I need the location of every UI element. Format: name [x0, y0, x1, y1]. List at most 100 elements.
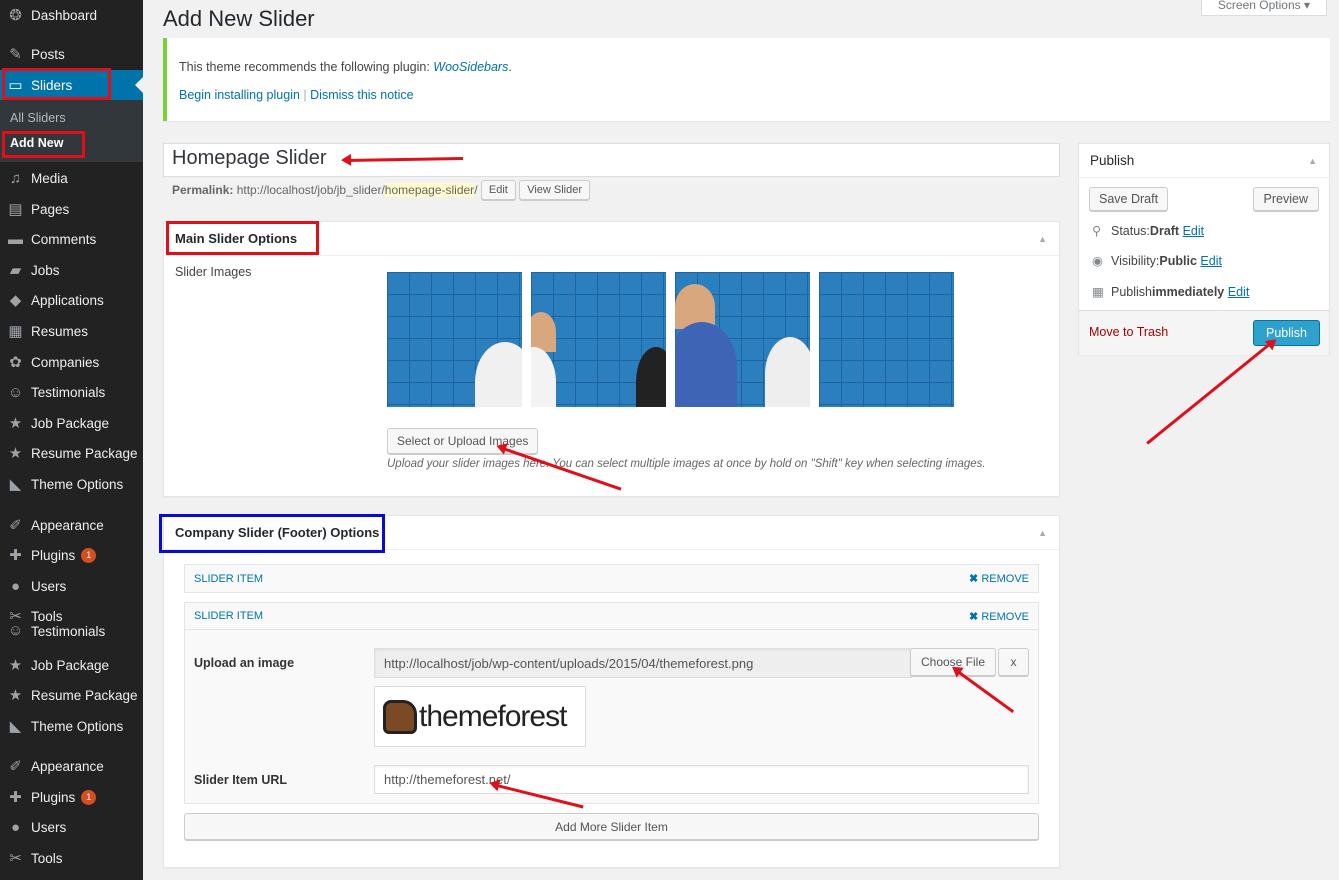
eye-icon: ◉ — [1092, 254, 1103, 268]
post-title-input[interactable]: Homepage Slider — [163, 143, 1060, 177]
sidebar-item-label: Dashboard — [31, 7, 98, 23]
sidebar-item-label: Resume Package — [31, 687, 138, 703]
remove-item-label: REMOVE — [981, 573, 1029, 585]
schedule-edit-link[interactable]: Edit — [1228, 285, 1250, 299]
sidebar-item-label: Comments — [31, 231, 97, 247]
sidebar-item-appearance[interactable]: ✐ Appearance — [0, 510, 143, 540]
sidebar-item-posts[interactable]: ✎ Posts — [0, 39, 143, 69]
visibility-value: Public — [1159, 253, 1197, 268]
permalink-edit-button[interactable]: Edit — [480, 180, 516, 200]
view-slider-button[interactable]: View Slider — [519, 180, 591, 200]
sidebar-item-label: Appearance — [31, 517, 104, 533]
user-icon: ● — [10, 818, 21, 836]
visibility-label: Visibility: — [1111, 253, 1160, 268]
sidebar-item-resume-package[interactable]: ★ Resume Package — [0, 438, 143, 468]
publish-button[interactable]: Publish — [1253, 320, 1320, 346]
preview-button[interactable]: Preview — [1252, 187, 1319, 211]
sidebar-item-media[interactable]: ♫ Media — [0, 163, 143, 193]
sidebar-item-testimonials[interactable]: ☺ Testimonials — [0, 377, 143, 407]
sidebar-item-job-package[interactable]: ★ Job Package — [0, 408, 143, 438]
sidebar-item-plugins[interactable]: ✚ Plugins 1 — [0, 540, 143, 570]
screen-options-label: Screen Options — [1217, 0, 1301, 12]
remove-item-button[interactable]: ✖ REMOVE — [969, 572, 1029, 585]
upload-image-label: Upload an image — [194, 656, 295, 670]
move-to-trash-link[interactable]: Move to Trash — [1089, 325, 1168, 339]
sidebar-item-job-package[interactable]: ★ Job Package — [0, 650, 143, 680]
save-draft-button[interactable]: Save Draft — [1089, 187, 1169, 211]
sidebar-item-label: Users — [31, 819, 67, 835]
sidebar-item-jobs[interactable]: ▰ Jobs — [0, 255, 143, 285]
sidebar-item-appearance[interactable]: ✐ Appearance — [0, 751, 143, 781]
collapse-arrow-icon[interactable]: ▲ — [1308, 156, 1317, 166]
star-icon: ★ — [8, 687, 23, 704]
sidebar-item-theme-options[interactable]: ◣ Theme Options — [0, 469, 143, 499]
status-edit-link[interactable]: Edit — [1183, 224, 1205, 238]
star-icon: ★ — [8, 415, 23, 432]
sidebar-item-plugins[interactable]: ✚ Plugins 1 — [0, 782, 143, 812]
remove-item-button[interactable]: ✖ REMOVE — [969, 610, 1029, 623]
slider-item-label[interactable]: SLIDER ITEM — [194, 610, 263, 622]
plugin-icon: ✚ — [9, 789, 22, 806]
visibility-edit-link[interactable]: Edit — [1200, 254, 1222, 268]
status-label: Status: — [1111, 223, 1150, 238]
sidebar-item-theme-options[interactable]: ◣ Theme Options — [0, 711, 143, 741]
permalink-label: Permalink: — [172, 183, 234, 197]
id-card-icon: ▦ — [8, 323, 23, 340]
sidebar-item-label: Applications — [31, 292, 104, 308]
collapse-arrow-icon[interactable]: ▲ — [1038, 234, 1047, 244]
slider-item-label[interactable]: SLIDER ITEM — [194, 573, 263, 585]
slider-image-thumbnail[interactable] — [819, 272, 954, 407]
screen-options-button[interactable]: Screen Options ▾ — [1200, 0, 1327, 16]
sidebar-item-label: Testimonials — [31, 624, 106, 639]
collapse-arrow-icon[interactable]: ▲ — [1038, 528, 1047, 538]
chart-icon: ◣ — [9, 718, 22, 735]
sidebar-item-users[interactable]: ● Users — [0, 571, 143, 601]
visibility-row: ◉ Visibility: Public Edit — [1092, 253, 1222, 269]
sidebar-item-comments[interactable]: ▬ Comments — [0, 224, 143, 254]
sidebar-item-label: Theme Options — [31, 476, 124, 492]
wrench-icon: ✂ — [9, 850, 22, 867]
dashboard-icon: ❂ — [9, 7, 22, 24]
chart-icon: ◣ — [9, 476, 22, 493]
permalink-slug: homepage-slider — [384, 183, 475, 197]
pin-icon: ⚲ — [1092, 224, 1102, 238]
sidebar-item-testimonials[interactable]: ☺ Testimonials — [0, 623, 143, 639]
themeforest-logo-preview: themeforest — [374, 686, 586, 747]
sidebar-item-companies[interactable]: ✿ Companies — [0, 347, 143, 377]
publish-label: Publish — [1111, 284, 1152, 299]
media-icon: ♫ — [9, 169, 22, 187]
clear-image-button[interactable]: x — [998, 648, 1029, 676]
sidebar-item-applications[interactable]: ◆ Applications — [0, 285, 143, 315]
sidebar-item-resumes[interactable]: ▦ Resumes — [0, 316, 143, 346]
publish-value: immediately — [1152, 284, 1225, 299]
sidebar-item-tools[interactable]: ✂ Tools — [0, 843, 143, 873]
add-more-slider-item-button[interactable]: Add More Slider Item — [184, 813, 1039, 840]
image-url-field[interactable]: http://localhost/job/wp-content/uploads/… — [374, 648, 912, 678]
sidebar-item-label: Plugins — [31, 789, 76, 805]
slider-image-thumbnail[interactable] — [531, 272, 666, 407]
notice-separator: | — [303, 88, 307, 102]
slider-images-help-text: Upload your slider images here. You can … — [387, 458, 986, 470]
slider-item-url-input[interactable]: http://themeforest.net/ — [374, 765, 1029, 794]
sidebar-item-resume-package[interactable]: ★ Resume Package — [0, 680, 143, 710]
calendar-icon: ▦ — [1092, 285, 1104, 299]
sidebar-item-users[interactable]: ● Users — [0, 812, 143, 842]
publish-actions: Move to Trash Publish — [1079, 310, 1329, 355]
update-count-badge: 1 — [81, 547, 97, 563]
sidebar-item-pages[interactable]: ▤ Pages — [0, 194, 143, 224]
select-upload-images-button[interactable]: Select or Upload Images — [387, 428, 539, 454]
permalink-base: http://localhost/job/jb_slider/ — [236, 183, 385, 197]
dismiss-notice-link[interactable]: Dismiss this notice — [310, 88, 414, 102]
pin-icon: ✎ — [9, 46, 22, 63]
sidebar-item-dashboard[interactable]: ❂ Dashboard — [0, 0, 143, 30]
pages-icon: ▤ — [8, 201, 23, 218]
submenu-all-sliders[interactable]: All Sliders — [10, 111, 66, 125]
permalink-row: Permalink: http://localhost/job/jb_slide… — [172, 180, 591, 200]
plugin-link[interactable]: WooSidebars — [433, 60, 508, 74]
slider-image-thumbnail[interactable] — [387, 272, 522, 407]
slider-item-url-label: Slider Item URL — [194, 773, 288, 787]
begin-installing-link[interactable]: Begin installing plugin — [179, 88, 300, 102]
slider-image-thumbnail[interactable] — [675, 272, 810, 407]
slider-images-label: Slider Images — [175, 265, 252, 279]
publish-box-header[interactable]: Publish ▲ — [1079, 144, 1329, 178]
